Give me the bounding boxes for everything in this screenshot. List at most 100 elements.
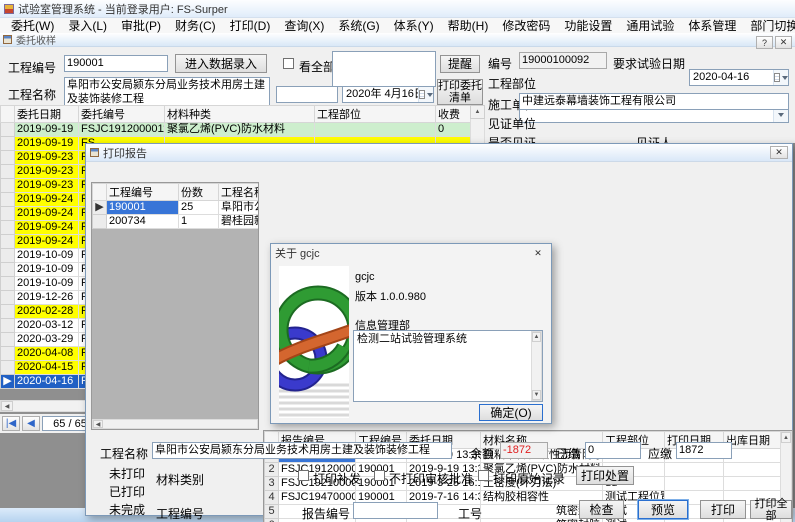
no-approve-checkbox[interactable] — [374, 470, 385, 481]
radio-unfinished-label[interactable]: 未完成 — [109, 501, 145, 518]
reissue-checkbox[interactable] — [298, 470, 309, 481]
print-all-button[interactable]: 打印全部 — [750, 500, 792, 519]
project-no-input[interactable]: 190001 — [64, 55, 168, 72]
check-button[interactable]: 检查 — [579, 500, 624, 519]
cell-date[interactable]: 2019-10-09 — [15, 263, 79, 277]
cell-marker[interactable] — [1, 179, 15, 193]
scroll-left-icon[interactable]: ◀ — [93, 420, 103, 428]
cell-out_date[interactable] — [724, 477, 781, 491]
cell-copies[interactable]: 25 — [179, 201, 219, 215]
cell-marker[interactable]: ▶ — [93, 201, 107, 215]
scroll-up-icon[interactable]: ▲ — [470, 105, 485, 119]
panel-close-button[interactable]: ✕ — [775, 36, 792, 49]
menu-item[interactable]: 体系(Y) — [387, 17, 441, 34]
see-all-checkbox[interactable] — [283, 58, 294, 69]
cell-date[interactable]: 2019-09-23 — [15, 151, 79, 165]
due-value[interactable]: 1872 — [676, 442, 732, 459]
cell-marker[interactable] — [1, 277, 15, 291]
pager-first-button[interactable]: |◀ — [2, 416, 20, 431]
table-row[interactable]: ▶19000125阜阳市公安局颍东分局业务技术用房土建及装饰装修工程 — [93, 201, 259, 215]
cell-date[interactable]: 2019-09-19 — [15, 123, 79, 137]
cell-no[interactable]: FSJC1912000011 — [79, 123, 165, 137]
scroll-left-icon[interactable]: ◀ — [1, 401, 13, 411]
cell-marker[interactable] — [1, 249, 15, 263]
date-picker[interactable]: 2020年 4月16日 — [342, 86, 434, 103]
cell-date[interactable]: 2019-12-26 — [15, 291, 79, 305]
raw-record-checkbox[interactable] — [478, 470, 489, 481]
cell-no[interactable]: 190001 — [107, 201, 179, 215]
menu-item[interactable]: 录入(L) — [61, 17, 114, 34]
column-header[interactable]: 工程编号 — [107, 184, 179, 201]
cell-marker[interactable] — [1, 207, 15, 221]
column-header[interactable]: 份数 — [179, 184, 219, 201]
column-header[interactable]: 委托编号 — [79, 106, 165, 123]
cell-marker[interactable] — [1, 165, 15, 179]
menu-item[interactable]: 打印(D) — [223, 17, 278, 34]
cell-marker[interactable] — [1, 235, 15, 249]
cell-n[interactable]: 5 — [265, 505, 279, 519]
cell-marker[interactable] — [1, 193, 15, 207]
cell-date[interactable]: 2020-04-16 — [15, 375, 79, 389]
table-row[interactable]: 2007341碧桂园新城 十里 — [93, 215, 259, 229]
menu-item[interactable]: 查询(X) — [277, 17, 331, 34]
calendar-dropdown-icon[interactable] — [773, 70, 788, 85]
cell-copies[interactable]: 1 — [179, 215, 219, 229]
cell-date[interactable]: 2019-09-24 — [15, 193, 79, 207]
no-approve-checkbox-label[interactable]: 不打印审核批准 — [389, 470, 473, 487]
menu-item[interactable]: 通用试验 — [619, 17, 681, 34]
column-header[interactable] — [93, 184, 107, 201]
menu-item[interactable]: 功能设置 — [557, 17, 619, 34]
menu-item[interactable]: 帮助(H) — [441, 17, 496, 34]
about-close-button[interactable]: ✕ — [529, 247, 547, 260]
cell-marker[interactable] — [1, 221, 15, 235]
cell-print_date[interactable] — [665, 463, 724, 477]
cell-date[interactable]: 2019-09-23 — [15, 179, 79, 193]
preview-button[interactable]: 预览 — [638, 500, 688, 519]
cell-date[interactable]: 2020-02-28 — [15, 305, 79, 319]
column-header[interactable]: 材料种类 — [165, 106, 315, 123]
cell-n[interactable]: 2 — [265, 463, 279, 477]
cell-marker[interactable]: ▶ — [1, 375, 15, 389]
cell-no[interactable]: 200734 — [107, 215, 179, 229]
menu-item[interactable]: 审批(P) — [114, 17, 168, 34]
cell-date[interactable]: 2020-04-15 — [15, 361, 79, 375]
enter-data-entry-button[interactable]: 进入数据录入 — [175, 54, 267, 73]
required-test-date-picker[interactable]: 2020-04-16 — [689, 69, 789, 86]
cell-date[interactable]: 2019-09-24 — [15, 235, 79, 249]
cell-date[interactable]: 2020-03-29 — [15, 333, 79, 347]
project-name-input[interactable]: 阜阳市公安局颍东分局业务技术用房土建及装饰装修工程 — [64, 77, 270, 107]
cell-n[interactable]: 6 — [265, 519, 279, 522]
cell-marker[interactable] — [1, 305, 15, 319]
print-projects-hscrollbar[interactable] — [92, 419, 258, 429]
scroll-down-icon[interactable]: ▼ — [532, 390, 541, 400]
cell-date[interactable]: 2019-09-24 — [15, 221, 79, 235]
cell-n[interactable]: 4 — [265, 491, 279, 505]
print-dialog-close-button[interactable]: ✕ — [770, 146, 788, 159]
cell-date[interactable]: 2019-10-09 — [15, 249, 79, 263]
remind-button[interactable]: 提醒 — [440, 55, 480, 73]
column-header[interactable]: 工程部位 — [315, 106, 436, 123]
paid-value[interactable]: 0 — [585, 442, 641, 459]
cell-marker[interactable] — [1, 347, 15, 361]
cell-marker[interactable] — [1, 333, 15, 347]
cell-marker[interactable] — [1, 291, 15, 305]
column-header[interactable]: 收费 — [436, 106, 471, 123]
cell-print_date[interactable] — [665, 477, 724, 491]
menu-item[interactable]: 体系管理 — [681, 17, 743, 34]
cell-marker[interactable] — [93, 215, 107, 229]
radio-not-printed-label[interactable]: 未打印 — [109, 465, 145, 482]
about-description[interactable]: 检测二站试验管理系统 — [353, 330, 543, 402]
radio-printed-label[interactable]: 已打印 — [109, 483, 145, 500]
scroll-up-icon[interactable]: ▲ — [781, 432, 791, 443]
calendar-dropdown-icon[interactable] — [418, 87, 433, 102]
cell-marker[interactable] — [1, 137, 15, 151]
about-ok-button[interactable]: 确定(O) — [479, 404, 543, 421]
column-header[interactable]: 出库日期 — [724, 432, 781, 449]
reminder-listbox[interactable] — [332, 51, 436, 87]
scroll-up-icon[interactable]: ▲ — [532, 332, 541, 342]
filter-input[interactable] — [276, 86, 338, 103]
cell-part[interactable]: 测试 — [603, 519, 665, 522]
builder-input[interactable]: 中建远泰幕墙装饰工程有限公司 — [519, 93, 789, 110]
print-button[interactable]: 打印 — [700, 500, 746, 519]
cell-date[interactable]: 2020-04-08 — [15, 347, 79, 361]
